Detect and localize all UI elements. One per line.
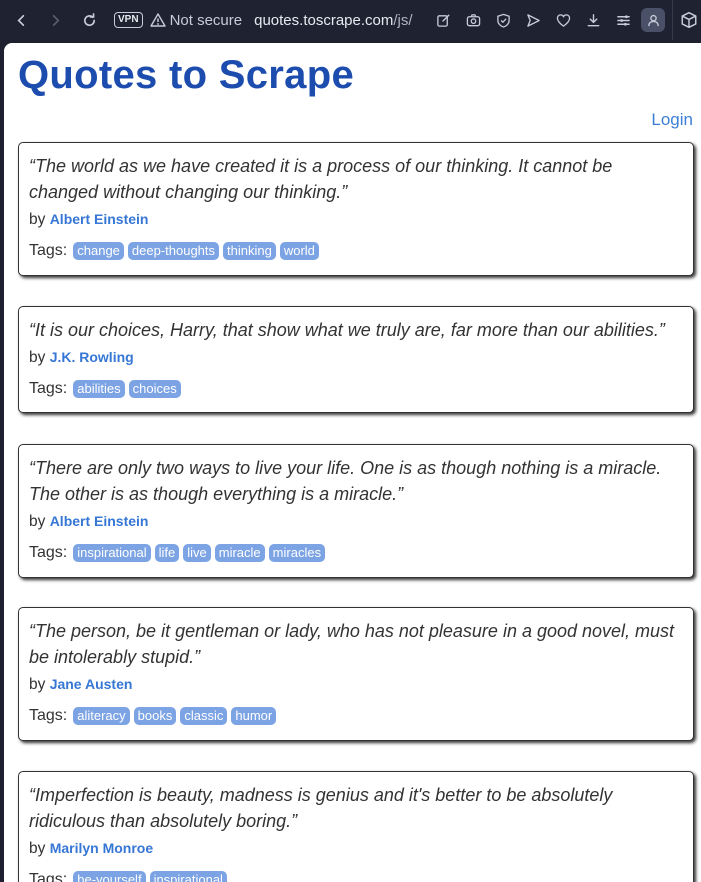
tags-label: Tags: — [29, 544, 68, 561]
tag-link[interactable]: abilities — [73, 380, 125, 398]
heart-icon[interactable] — [548, 5, 578, 35]
login-link[interactable]: Login — [651, 110, 693, 130]
tags-label: Tags: — [29, 380, 68, 397]
quote-card: “It is our choices, Harry, that show wha… — [18, 306, 694, 413]
tag-link[interactable]: miracle — [214, 544, 265, 562]
by-label: by — [29, 840, 46, 857]
toolbar-divider — [672, 0, 673, 40]
tags-label: Tags: — [29, 242, 68, 259]
author-link[interactable]: Jane Austen — [50, 676, 133, 692]
tag-link[interactable]: humor — [231, 707, 277, 725]
address-bar[interactable]: quotes.toscrape.com/js/ — [254, 12, 412, 29]
quote-byline: by Albert Einstein — [29, 513, 683, 531]
quote-text: “Imperfection is beauty, madness is geni… — [29, 785, 613, 831]
tag-list: change deep-thoughts thinking world — [67, 242, 319, 260]
tag-link[interactable]: world — [279, 242, 319, 260]
tag-link[interactable]: miracles — [268, 544, 326, 562]
reload-button[interactable] — [74, 5, 104, 35]
url-domain: quotes.toscrape.com — [254, 11, 394, 29]
quote-byline: by J.K. Rowling — [29, 349, 683, 367]
tag-link[interactable]: be-yourself — [73, 871, 146, 882]
quote-card: “There are only two ways to live your li… — [18, 444, 694, 578]
shield-icon[interactable] — [488, 5, 518, 35]
by-label: by — [29, 211, 46, 228]
tag-list: be-yourself inspirational — [67, 871, 227, 882]
security-status[interactable]: Not secure — [170, 12, 243, 29]
quote-byline: by Marilyn Monroe — [29, 840, 683, 858]
tag-link[interactable]: inspirational — [73, 544, 151, 562]
forward-button[interactable] — [40, 5, 70, 35]
quote-text: “The person, be it gentleman or lady, wh… — [29, 621, 675, 667]
tag-link[interactable]: thinking — [223, 242, 276, 260]
quote-text: “The world as we have created it is a pr… — [29, 156, 613, 202]
page-title[interactable]: Quotes to Scrape — [18, 53, 354, 98]
profile-icon[interactable] — [641, 8, 665, 32]
quote-card: “The world as we have created it is a pr… — [18, 142, 694, 276]
author-link[interactable]: Marilyn Monroe — [50, 840, 153, 856]
tag-link[interactable]: change — [73, 242, 124, 260]
author-link[interactable]: J.K. Rowling — [50, 349, 134, 365]
edit-icon[interactable] — [428, 5, 458, 35]
by-label: by — [29, 349, 46, 366]
tag-link[interactable]: books — [133, 707, 177, 725]
tag-link[interactable]: deep-thoughts — [127, 242, 220, 260]
warning-icon[interactable] — [149, 12, 166, 28]
tags-row: Tags: abilities choices — [29, 380, 683, 398]
page-viewport: Quotes to Scrape Login “The world as we … — [4, 43, 701, 882]
quote-card: “The person, be it gentleman or lady, wh… — [18, 607, 694, 741]
quote-card: “Imperfection is beauty, madness is geni… — [18, 771, 694, 882]
tags-row: Tags: inspirational life live miracle miracl… — [29, 544, 683, 562]
extensions-icon[interactable] — [680, 11, 698, 29]
by-label: by — [29, 513, 46, 530]
url-path: /js/ — [393, 11, 413, 29]
vpn-badge[interactable]: VPN — [114, 12, 143, 28]
tag-link[interactable]: aliteracy — [73, 707, 130, 725]
menu-icon[interactable] — [608, 5, 638, 35]
tag-link[interactable]: live — [183, 544, 211, 562]
tag-list: abilities choices — [67, 380, 181, 398]
tags-label: Tags: — [29, 871, 68, 882]
tag-link[interactable]: life — [154, 544, 180, 562]
tag-link[interactable]: classic — [180, 707, 228, 725]
tags-row: Tags: be-yourself inspirational — [29, 871, 683, 882]
quote-byline: by Albert Einstein — [29, 211, 683, 229]
chevron-left-icon — [16, 14, 24, 26]
by-label: by — [29, 676, 46, 693]
camera-icon[interactable] — [458, 5, 488, 35]
tag-link[interactable]: inspirational — [149, 871, 227, 882]
quote-text: “There are only two ways to live your li… — [29, 458, 662, 504]
tag-list: inspirational life live miracle miracles — [67, 544, 326, 562]
tags-row: Tags: change deep-thoughts thinking world — [29, 242, 683, 260]
chevron-right-icon — [52, 14, 60, 26]
tags-label: Tags: — [29, 707, 68, 724]
tag-link[interactable]: choices — [128, 380, 181, 398]
reload-icon — [83, 12, 95, 26]
browser-toolbar: VPN Not secure quotes.toscrape.com/js/ — [0, 0, 701, 40]
toolbar-icons — [428, 5, 665, 35]
tag-list: aliteracy books classic humor — [67, 707, 277, 725]
back-button[interactable] — [6, 5, 36, 35]
quote-byline: by Jane Austen — [29, 676, 683, 694]
quote-text: “It is our choices, Harry, that show wha… — [29, 320, 665, 340]
author-link[interactable]: Albert Einstein — [50, 513, 149, 529]
download-icon[interactable] — [578, 5, 608, 35]
author-link[interactable]: Albert Einstein — [50, 211, 149, 227]
send-icon[interactable] — [518, 5, 548, 35]
tags-row: Tags: aliteracy books classic humor — [29, 707, 683, 725]
